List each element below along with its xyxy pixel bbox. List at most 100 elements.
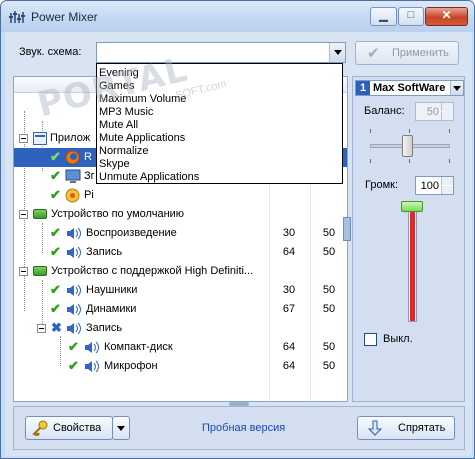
speaker-icon <box>85 341 99 354</box>
sound-card-icon <box>33 209 47 219</box>
tree-row-headphones[interactable]: ✔ Наушники 30 50 <box>14 281 347 300</box>
enabled-check-icon[interactable]: ✔ <box>68 358 79 374</box>
scale-tick <box>449 159 450 163</box>
tree-row-label: Запись <box>86 246 123 258</box>
tree-row-label: Динамики <box>86 303 137 315</box>
balance-value: 50 <box>322 341 336 353</box>
volume-slider-thumb[interactable] <box>401 201 423 212</box>
volume-value: 64 <box>282 341 296 353</box>
balance-value: 50 <box>322 360 336 372</box>
collapse-icon[interactable] <box>19 134 28 143</box>
properties-button[interactable]: Свойства <box>25 416 113 440</box>
scheme-option[interactable]: Mute Applications <box>99 132 185 145</box>
scheme-option[interactable]: Mute All <box>99 119 138 132</box>
spin-up-icon[interactable] <box>441 103 453 111</box>
tree-row-label: Запись <box>86 322 123 334</box>
arrow-down-icon <box>368 420 382 436</box>
scheme-option[interactable]: MP3 Music <box>99 106 153 119</box>
spin-down-icon[interactable] <box>441 112 453 120</box>
speaker-icon <box>67 246 81 259</box>
device-name: Max SoftWare <box>373 82 446 94</box>
tree-row-record[interactable]: ✔ Запись 64 50 <box>14 243 347 262</box>
close-icon: ✕ <box>441 8 452 22</box>
cross-icon[interactable]: ✖ <box>51 320 62 336</box>
balance-value: 50 <box>322 227 336 239</box>
tree-row-hd-device[interactable]: Устройство с поддержкой High Definiti... <box>14 262 347 281</box>
tree-row-label: Наушники <box>86 284 138 296</box>
tree-row-cd[interactable]: ✔ Компакт-диск 64 50 <box>14 338 347 357</box>
apply-label: Применить <box>392 47 449 59</box>
tree-row-label: R <box>84 151 92 163</box>
enabled-check-icon[interactable]: ✔ <box>50 301 61 317</box>
volume-spinner[interactable]: 100 <box>415 176 454 195</box>
scheme-option[interactable]: Normalize <box>99 145 149 158</box>
minimize-icon: ▁ <box>379 10 388 22</box>
device-control-panel: 1 Max SoftWare Баланс: 50 Громк: 100 Вык… <box>352 76 465 402</box>
tree-row-label: Прилож <box>50 132 91 144</box>
device-selector[interactable]: 1 Max SoftWare <box>355 80 464 96</box>
tree-row-recording-group[interactable]: ✖ Запись <box>14 319 347 338</box>
scheme-combobox[interactable] <box>96 42 346 63</box>
title-bar[interactable]: Power Mixer ▁ □ ✕ <box>1 1 474 32</box>
scheme-dropdown-button[interactable] <box>329 43 345 62</box>
collapse-icon[interactable] <box>19 267 28 276</box>
tree-row-playback[interactable]: ✔ Воспроизведение 30 50 <box>14 224 347 243</box>
tree-row-label: Воспроизведение <box>86 227 177 239</box>
balance-slider-thumb[interactable] <box>402 135 413 157</box>
trial-version-link[interactable]: Пробная версия <box>202 422 285 434</box>
spin-up-icon[interactable] <box>441 177 453 185</box>
scheme-option[interactable]: Evening <box>99 67 139 80</box>
applications-icon <box>33 132 47 145</box>
speaker-icon <box>67 303 81 316</box>
chevron-down-icon <box>453 86 461 91</box>
enabled-check-icon[interactable]: ✔ <box>50 187 61 203</box>
tree-row-speakers[interactable]: ✔ Динамики 67 50 <box>14 300 347 319</box>
volume-value: 30 <box>282 284 296 296</box>
tree-row-default-device[interactable]: Устройство по умолчанию <box>14 205 347 224</box>
tree-row-microphone[interactable]: ✔ Микрофон 64 50 <box>14 357 347 376</box>
collapse-icon[interactable] <box>37 324 46 333</box>
enabled-check-icon[interactable]: ✔ <box>50 244 61 260</box>
balance-spinner[interactable]: 50 <box>415 102 454 121</box>
monitor-icon <box>65 169 81 183</box>
panel-collapse-handle[interactable] <box>343 217 351 241</box>
tree-row-label: Pi <box>84 189 94 201</box>
collapse-icon[interactable] <box>19 210 28 219</box>
enabled-check-icon[interactable]: ✔ <box>50 225 61 241</box>
mute-label: Выкл. <box>383 333 413 345</box>
window-title: Power Mixer <box>31 10 98 24</box>
spin-down-icon[interactable] <box>441 186 453 194</box>
scheme-option[interactable]: Skype <box>99 158 130 171</box>
enabled-check-icon[interactable]: ✔ <box>50 149 61 165</box>
scheme-option[interactable]: Games <box>99 80 134 93</box>
hide-button[interactable]: Спрятать <box>357 416 455 440</box>
enabled-check-icon[interactable]: ✔ <box>68 339 79 355</box>
tree-row-app-3[interactable]: ✔ Pi <box>14 186 347 205</box>
maximize-button[interactable]: □ <box>398 7 424 26</box>
volume-value: 64 <box>282 360 296 372</box>
minimize-button[interactable]: ▁ <box>370 7 397 26</box>
device-dropdown-button[interactable] <box>450 81 463 95</box>
enabled-check-icon[interactable]: ✔ <box>50 168 61 184</box>
close-button[interactable]: ✕ <box>425 7 468 26</box>
speaker-icon <box>67 322 81 335</box>
balance-value: 50 <box>322 284 336 296</box>
tree-row-label: Микрофон <box>104 360 158 372</box>
scale-tick <box>409 159 410 163</box>
scale-tick <box>370 159 371 163</box>
player-icon <box>65 188 80 203</box>
volume-slider-track[interactable] <box>408 204 417 322</box>
scheme-option[interactable]: Unmute Applications <box>99 171 199 184</box>
key-icon <box>32 420 48 436</box>
tree-row-label: Зг <box>84 170 95 182</box>
power-mixer-window: Power Mixer ▁ □ ✕ Звук. схема: ✔ Примени… <box>0 0 475 459</box>
scheme-option[interactable]: Maximum Volume <box>99 93 186 106</box>
maximize-icon: □ <box>407 9 415 21</box>
mute-checkbox[interactable] <box>364 333 377 346</box>
properties-dropdown-button[interactable] <box>112 416 130 440</box>
enabled-check-icon[interactable]: ✔ <box>50 282 61 298</box>
balance-value: 50 <box>322 246 336 258</box>
apply-button[interactable]: ✔ Применить <box>355 41 459 65</box>
client-area: Звук. схема: ✔ Применить Прилож ✔ R ✔ Зг… <box>5 32 472 456</box>
tree-row-label: Устройство с поддержкой High Definiti... <box>51 265 254 277</box>
